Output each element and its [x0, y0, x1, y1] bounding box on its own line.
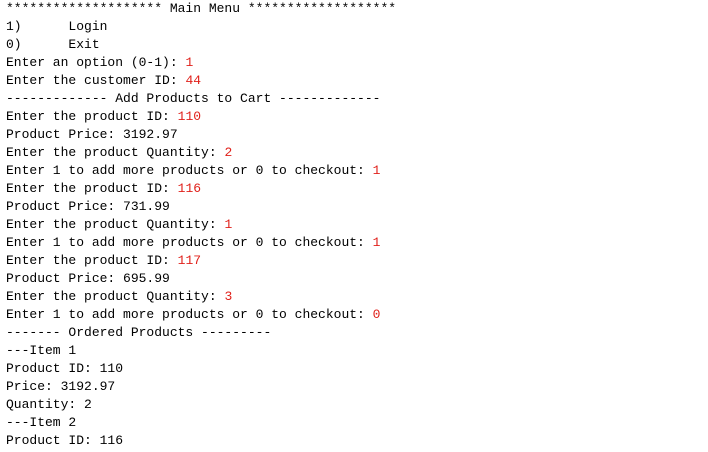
console-line: Enter the customer ID: 44: [6, 72, 396, 90]
console-line: Enter an option (0-1): 1: [6, 54, 396, 72]
console-user-input: 1: [185, 55, 194, 70]
console-output-text: Enter the product ID:: [6, 109, 178, 124]
console-output-text: Enter the customer ID:: [6, 73, 186, 88]
console-output-text: Product Price: 731.99: [6, 199, 170, 214]
console-line: Enter the product ID: 110: [6, 108, 396, 126]
console-output-text: ------------- Add Products to Cart -----…: [6, 91, 381, 106]
console-output-text: Price: 3192.97: [6, 379, 116, 394]
console-line: Enter 1 to add more products or 0 to che…: [6, 234, 396, 252]
console-output-text: 1) Login: [6, 19, 108, 34]
console-output-text: Quantity: 2: [6, 397, 92, 412]
console-output-text: ---Item 2: [6, 415, 77, 430]
console-line: Enter the product Quantity: 3: [6, 288, 396, 306]
console-line: Product Price: 695.99: [6, 270, 396, 288]
console-user-input: 117: [177, 253, 202, 268]
console-line: Enter 1 to add more products or 0 to che…: [6, 162, 396, 180]
console-output-text: Product Price: 3192.97: [6, 127, 178, 142]
console-line: Enter the product ID: 117: [6, 252, 396, 270]
console-line: Enter 1 to add more products or 0 to che…: [6, 306, 396, 324]
console-output-text: Enter 1 to add more products or 0 to che…: [6, 163, 373, 178]
console-user-input: 1: [372, 235, 381, 250]
console-line: Quantity: 2: [6, 396, 396, 414]
console-user-input: 116: [177, 181, 202, 196]
console-line: ---Item 2: [6, 414, 396, 432]
console-user-input: 1: [224, 217, 233, 232]
console-output-text: 0) Exit: [6, 37, 100, 52]
console-line: Price: 3192.97: [6, 378, 396, 396]
console-output-text: Enter 1 to add more products or 0 to che…: [6, 307, 373, 322]
console-line: ---Item 1: [6, 342, 396, 360]
console-output-text: Enter the product ID:: [6, 253, 178, 268]
console-line: ******************** Main Menu *********…: [6, 0, 396, 18]
console-output-text: ---Item 1: [6, 343, 77, 358]
console-line: Enter the product Quantity: 2: [6, 144, 396, 162]
console-line: ------- Ordered Products ---------: [6, 324, 396, 342]
console-output-text: Product ID: 116: [6, 433, 124, 448]
console-output-text: Enter the product Quantity:: [6, 289, 225, 304]
console-user-input: 110: [177, 109, 202, 124]
console-line: Product ID: 110: [6, 360, 396, 378]
console-line: 1) Login: [6, 18, 396, 36]
console-line: Product ID: 116: [6, 432, 396, 450]
console-line: Product Price: 731.99: [6, 198, 396, 216]
console-user-input: 44: [185, 73, 202, 88]
console-user-input: 1: [372, 163, 381, 178]
console-line: Enter the product ID: 116: [6, 180, 396, 198]
console-line: ------------- Add Products to Cart -----…: [6, 90, 396, 108]
console-user-input: 0: [372, 307, 381, 322]
console-line: 0) Exit: [6, 36, 396, 54]
console-output-text: Enter the product ID:: [6, 181, 178, 196]
console-output-text: Product Price: 695.99: [6, 271, 170, 286]
console-line: Product Price: 3192.97: [6, 126, 396, 144]
console-output-text: Product ID: 110: [6, 361, 124, 376]
console-output: ******************** Main Menu *********…: [6, 0, 396, 450]
console-line: Enter the product Quantity: 1: [6, 216, 396, 234]
console-output-text: Enter an option (0-1):: [6, 55, 186, 70]
console-output-text: ******************** Main Menu *********…: [6, 1, 397, 16]
console-output-text: ------- Ordered Products ---------: [6, 325, 272, 340]
console-output-text: Enter the product Quantity:: [6, 145, 225, 160]
console-output-text: Enter 1 to add more products or 0 to che…: [6, 235, 373, 250]
console-output-text: Enter the product Quantity:: [6, 217, 225, 232]
console-user-input: 3: [224, 289, 233, 304]
console-user-input: 2: [224, 145, 233, 160]
